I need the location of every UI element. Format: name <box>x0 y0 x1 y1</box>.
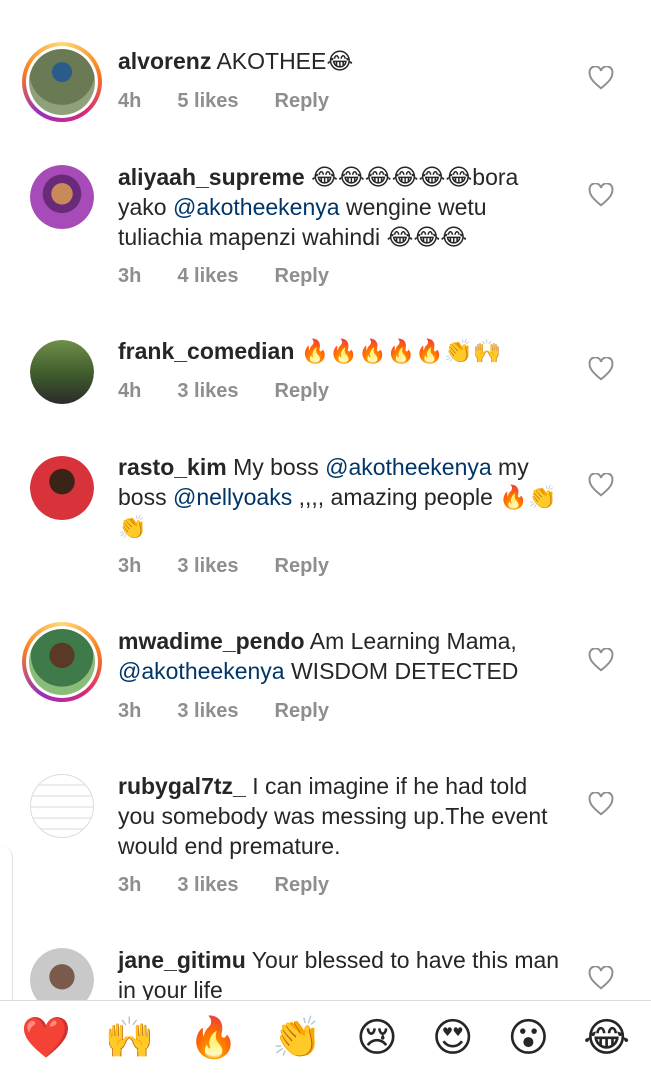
comment-body: WISDOM DETECTED <box>284 658 519 684</box>
reply-button[interactable]: Reply <box>275 380 329 403</box>
mention-link[interactable]: @akotheekenya <box>325 454 492 480</box>
story-ring-avatar[interactable] <box>22 622 102 702</box>
comment-username[interactable]: mwadime_pendo <box>118 628 305 654</box>
comment-username[interactable]: rubygal7tz_ <box>118 773 246 799</box>
comment-time: 3h <box>118 700 142 722</box>
surprised-emoji-button[interactable]: 😮 <box>508 1014 550 1062</box>
like-heart-icon[interactable] <box>588 357 614 381</box>
comment-body: AKOTHEE😂 <box>216 48 354 74</box>
story-ring-avatar[interactable] <box>22 42 102 122</box>
fire-emoji-button[interactable]: 🔥 <box>189 1014 239 1062</box>
comment-text: frank_comedian 🔥🔥🔥🔥🔥👏🙌 <box>118 336 568 366</box>
reply-button[interactable]: Reply <box>275 700 329 723</box>
reply-button[interactable]: Reply <box>275 555 329 578</box>
heart-eyes-emoji-button[interactable]: 😍 <box>432 1014 474 1062</box>
comment-likes[interactable]: 5 likes <box>177 90 238 113</box>
comment-text: aliyaah_supreme 😂😂😂😂😂😂bora yako @akothee… <box>118 162 568 252</box>
comment-meta: 4h 5 likes Reply <box>118 90 329 113</box>
comment-username[interactable]: alvorenz <box>118 48 211 74</box>
comment-username[interactable]: rasto_kim <box>118 454 227 480</box>
comment-meta: 3h 3 likes Reply <box>118 700 329 723</box>
like-heart-icon[interactable] <box>588 792 614 816</box>
comment-meta: 3h 3 likes Reply <box>118 874 329 897</box>
mention-link[interactable]: @akotheekenya <box>118 658 285 684</box>
avatar[interactable] <box>30 165 94 229</box>
comment-username[interactable]: frank_comedian <box>118 338 294 364</box>
comment-meta: 3h 3 likes Reply <box>118 555 329 578</box>
reply-button[interactable]: Reply <box>275 265 329 288</box>
crying-emoji-button[interactable]: 😢 <box>356 1014 398 1062</box>
comment-time: 3h <box>118 265 142 287</box>
comment-time: 3h <box>118 555 142 577</box>
reply-button[interactable]: Reply <box>275 874 329 897</box>
like-heart-icon[interactable] <box>588 473 614 497</box>
clap-emoji-button[interactable]: 👏 <box>272 1014 322 1062</box>
comment-time: 4h <box>118 90 142 112</box>
comment-username[interactable]: aliyaah_supreme <box>118 164 305 190</box>
comment-likes[interactable]: 3 likes <box>177 874 238 897</box>
like-heart-icon[interactable] <box>588 183 614 207</box>
comment-text: alvorenz AKOTHEE😂 <box>118 46 568 76</box>
laughing-emoji-button[interactable]: 😂 <box>583 1014 630 1062</box>
comment-body: Am Learning Mama, <box>309 628 517 654</box>
reply-button[interactable]: Reply <box>275 90 329 113</box>
comment-time: 4h <box>118 380 142 402</box>
comment-likes[interactable]: 3 likes <box>177 380 238 403</box>
comment-time: 3h <box>118 874 142 896</box>
avatar[interactable] <box>30 774 94 838</box>
comment-text: mwadime_pendo Am Learning Mama, @akothee… <box>118 626 568 686</box>
comment-username[interactable]: jane_gitimu <box>118 947 246 973</box>
emoji-quick-bar: ❤️ 🙌 🔥 👏 😢 😍 😮 😂 <box>0 1000 651 1074</box>
comment-text: rubygal7tz_ I can imagine if he had told… <box>118 771 568 861</box>
comment-body: My boss <box>233 454 326 480</box>
avatar[interactable] <box>30 456 94 520</box>
mention-link[interactable]: @nellyoaks <box>173 484 292 510</box>
mention-link[interactable]: @akotheekenya <box>173 194 340 220</box>
comment-likes[interactable]: 3 likes <box>177 700 238 723</box>
raising-hands-emoji-button[interactable]: 🙌 <box>105 1014 155 1062</box>
like-heart-icon[interactable] <box>588 648 614 672</box>
avatar[interactable] <box>30 340 94 404</box>
comment-likes[interactable]: 4 likes <box>177 265 238 288</box>
like-heart-icon[interactable] <box>588 66 614 90</box>
comment-text: jane_gitimu Your blessed to have this ma… <box>118 945 568 1005</box>
comment-meta: 4h 3 likes Reply <box>118 380 329 403</box>
comment-body: 🔥🔥🔥🔥🔥👏🙌 <box>300 338 502 364</box>
comment-likes[interactable]: 3 likes <box>177 555 238 578</box>
comment-text: rasto_kim My boss @akotheekenya my boss … <box>118 452 568 542</box>
comment-meta: 3h 4 likes Reply <box>118 265 329 288</box>
heart-emoji-button[interactable]: ❤️ <box>21 1014 71 1062</box>
like-heart-icon[interactable] <box>588 966 614 990</box>
